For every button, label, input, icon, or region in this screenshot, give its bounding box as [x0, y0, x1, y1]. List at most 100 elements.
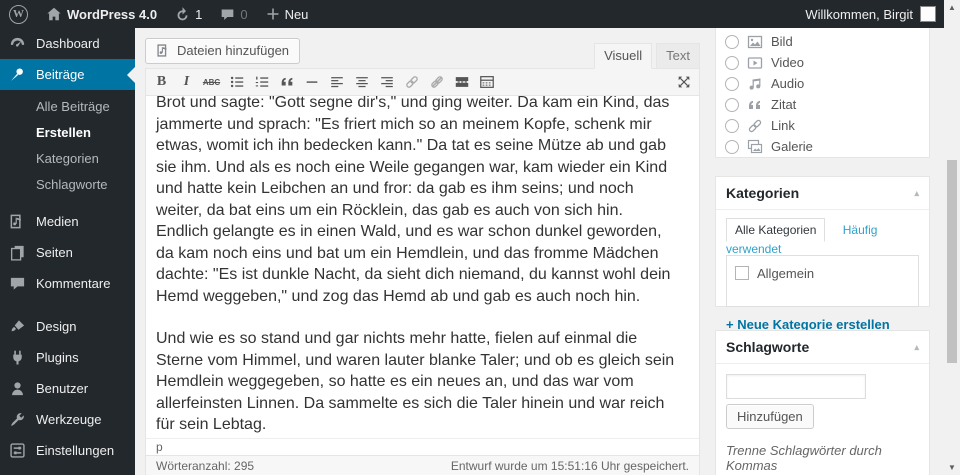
updates-indicator[interactable]: 1	[166, 0, 211, 28]
media-icon	[9, 213, 27, 230]
bullet-list-icon	[230, 76, 243, 88]
howdy-menu[interactable]: Willkommen, Birgit	[805, 7, 913, 22]
brush-icon	[9, 318, 27, 335]
fullscreen-button[interactable]	[671, 71, 696, 94]
hr-icon	[306, 81, 317, 83]
new-label: Neu	[284, 6, 309, 22]
add-media-button[interactable]: Dateien hinzufügen	[145, 38, 301, 64]
tab-all-categories[interactable]: Alle Kategorien	[726, 218, 826, 242]
pin-icon	[9, 66, 27, 83]
submenu-kategorien[interactable]: Kategorien	[0, 146, 135, 172]
editor-statusbar: Wörteranzahl: 295 Entwurf wurde um 15:51…	[146, 455, 699, 475]
strikethrough-button[interactable]: ABC	[199, 71, 224, 94]
bullet-list-button[interactable]	[224, 71, 249, 94]
tags-box: Schlagworte ▴ Hinzufügen Trenne Schlagwö…	[715, 330, 930, 475]
align-center-icon	[355, 77, 368, 88]
collapse-toggle-icon[interactable]: ▴	[914, 188, 919, 199]
category-checkbox[interactable]	[735, 266, 749, 280]
blockquote-icon	[281, 77, 292, 86]
format-radio-galerie[interactable]	[725, 139, 739, 154]
scrollbar-thumb[interactable]	[947, 160, 957, 363]
sidebar-item-einstellungen[interactable]: Einstellungen	[0, 435, 135, 466]
user-icon	[9, 380, 27, 397]
gallery-icon	[747, 139, 763, 155]
bold-button[interactable]: B	[149, 71, 174, 94]
collapse-toggle-icon[interactable]: ▴	[914, 342, 919, 353]
align-right-button[interactable]	[374, 71, 399, 94]
editor-mode-tabs: Visuell Text	[590, 43, 700, 69]
page-scrollbar[interactable]: ▲ ▼	[944, 0, 960, 475]
submenu-alle-beitraege[interactable]: Alle Beiträge	[0, 94, 135, 120]
italic-button[interactable]: I	[174, 71, 199, 94]
submenu-schlagworte[interactable]: Schlagworte	[0, 172, 135, 198]
strikethrough-icon: ABC	[202, 77, 221, 87]
more-tag-button[interactable]	[449, 71, 474, 94]
sidebar-item-seiten[interactable]: Seiten	[0, 237, 135, 268]
format-option-zitat: Zitat	[716, 94, 929, 115]
format-option-link: Link	[716, 115, 929, 136]
format-radio-link[interactable]	[725, 118, 739, 133]
beitraege-submenu: Alle Beiträge Erstellen Kategorien Schla…	[0, 90, 135, 206]
wordpress-logo-icon: W	[9, 4, 28, 24]
quote-icon	[747, 97, 763, 113]
format-radio-bild[interactable]	[725, 34, 739, 49]
admin-menu: Dashboard Beiträge Alle Beiträge Erstell…	[0, 28, 135, 475]
toolbar-toggle-button[interactable]	[474, 71, 499, 94]
paragraph: Und wie es so stand und gar nichts mehr …	[156, 330, 675, 433]
sidebar-item-werkzeuge[interactable]: Werkzeuge	[0, 404, 135, 435]
unlink-icon	[430, 76, 443, 88]
tab-visual[interactable]: Visuell	[594, 43, 653, 69]
add-tag-button[interactable]: Hinzufügen	[726, 404, 814, 429]
sidebar-item-design[interactable]: Design	[0, 311, 135, 342]
numbered-list-button[interactable]	[249, 71, 274, 94]
word-count: Wörteranzahl: 295	[156, 459, 255, 473]
new-content-menu[interactable]: Neu	[257, 0, 318, 28]
tags-title: Schlagworte	[726, 339, 810, 355]
wp-logo-menu[interactable]: W	[0, 0, 37, 28]
sidebar-item-beitraege[interactable]: Beiträge	[0, 59, 135, 90]
post-editor: Dateien hinzufügen Visuell Text B I ABC	[145, 38, 700, 475]
align-right-icon	[380, 77, 393, 88]
wrench-icon	[9, 411, 27, 428]
sidebar-item-plugins[interactable]: Plugins	[0, 342, 135, 373]
format-radio-video[interactable]	[725, 55, 739, 70]
video-icon	[747, 55, 763, 71]
sidebar-item-benutzer[interactable]: Benutzer	[0, 373, 135, 404]
link-button[interactable]	[399, 71, 424, 94]
format-radio-audio[interactable]	[725, 76, 739, 91]
unlink-button[interactable]	[424, 71, 449, 94]
editor-content[interactable]: Brot und sagte: "Gott segne dir's," und …	[146, 96, 699, 438]
add-media-icon	[156, 43, 171, 58]
plug-icon	[9, 349, 27, 366]
align-center-button[interactable]	[349, 71, 374, 94]
scroll-up-arrow[interactable]: ▲	[944, 3, 960, 12]
numbered-list-icon	[255, 76, 268, 87]
update-count: 1	[195, 6, 203, 22]
horizontal-rule-button[interactable]	[299, 71, 324, 94]
comment-count: 0	[240, 6, 248, 22]
site-name: WordPress 4.0	[67, 6, 158, 22]
sidebar-item-kommentare[interactable]: Kommentare	[0, 268, 135, 299]
tag-input[interactable]	[726, 374, 866, 399]
align-left-button[interactable]	[324, 71, 349, 94]
align-left-icon	[330, 77, 343, 88]
link-icon	[405, 76, 418, 88]
site-link[interactable]: WordPress 4.0	[37, 0, 166, 28]
tag-hint: Trenne Schlagwörter durch Kommas	[726, 443, 882, 473]
format-option-audio: Audio	[716, 73, 929, 94]
sidebar-item-medien[interactable]: Medien	[0, 206, 135, 237]
element-path[interactable]: p	[146, 438, 699, 455]
main-content: Dateien hinzufügen Visuell Text B I ABC	[135, 28, 944, 475]
comments-icon	[9, 275, 27, 292]
comments-indicator[interactable]: 0	[211, 0, 256, 28]
submenu-erstellen[interactable]: Erstellen	[0, 120, 135, 146]
pages-icon	[9, 244, 27, 261]
scroll-down-arrow[interactable]: ▼	[944, 463, 960, 472]
blockquote-button[interactable]	[274, 71, 299, 94]
sidebar-item-dashboard[interactable]: Dashboard	[0, 28, 135, 59]
link-icon	[747, 118, 763, 134]
editor-box: B I ABC Brot und sagte: "Gott segne dir'…	[145, 68, 700, 475]
format-radio-zitat[interactable]	[725, 97, 739, 112]
tab-text[interactable]: Text	[656, 43, 700, 68]
plus-icon	[266, 7, 280, 21]
